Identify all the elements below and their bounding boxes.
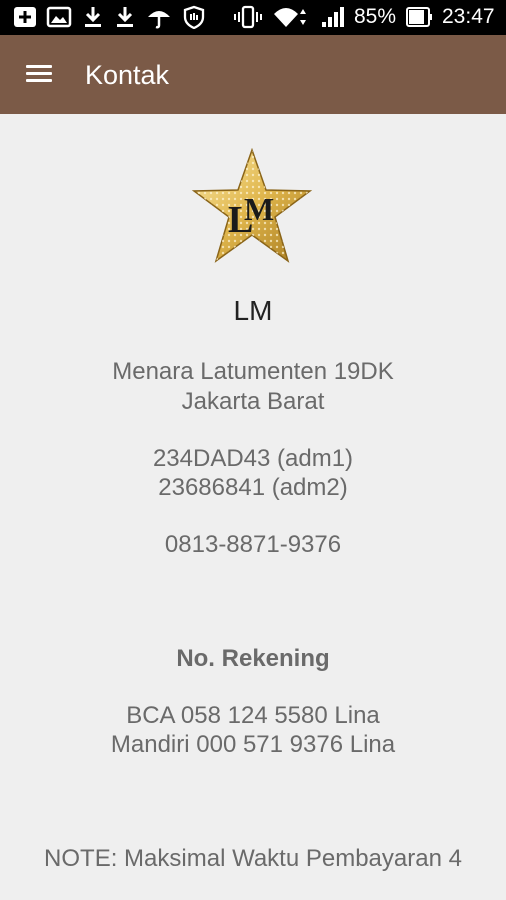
account-heading: No. Rekening	[176, 645, 330, 672]
company-name: LM	[233, 295, 273, 326]
download-icon	[82, 5, 104, 29]
hamburger-menu-icon[interactable]	[20, 55, 58, 93]
vibrate-icon	[234, 5, 262, 29]
page-title: Kontak	[85, 60, 170, 90]
bank-account-bca: BCA 058 124 5580 Lina	[126, 702, 380, 729]
app-bar: Kontak	[0, 35, 506, 114]
shield-hand-icon	[182, 5, 206, 29]
clock: 23:47	[442, 5, 495, 28]
battery-percent: 85%	[354, 5, 397, 28]
address-line-1: Menara Latumenten 19DK	[112, 358, 394, 385]
bank-account-mandiri: Mandiri 000 571 9376 Lina	[110, 731, 396, 758]
image-icon	[46, 5, 72, 29]
company-logo: L M	[190, 147, 314, 268]
wifi-icon	[272, 5, 308, 29]
pin-adm1: 234DAD43 (adm1)	[152, 445, 354, 472]
signal-icon	[320, 5, 346, 29]
umbrella-icon	[146, 5, 172, 29]
battery-icon	[405, 5, 433, 29]
add-box-icon	[12, 5, 38, 29]
pin-adm2: 23686841 (adm2)	[158, 474, 348, 501]
payment-note: NOTE: Maksimal Waktu Pembayaran 4	[44, 845, 462, 872]
status-bar: 85% 23:47	[0, 0, 506, 35]
download-icon	[114, 5, 136, 29]
svg-text:M: M	[244, 191, 274, 227]
phone-number[interactable]: 0813-8871-9376	[0, 530, 506, 560]
address-line-2: Jakarta Barat	[181, 388, 325, 415]
